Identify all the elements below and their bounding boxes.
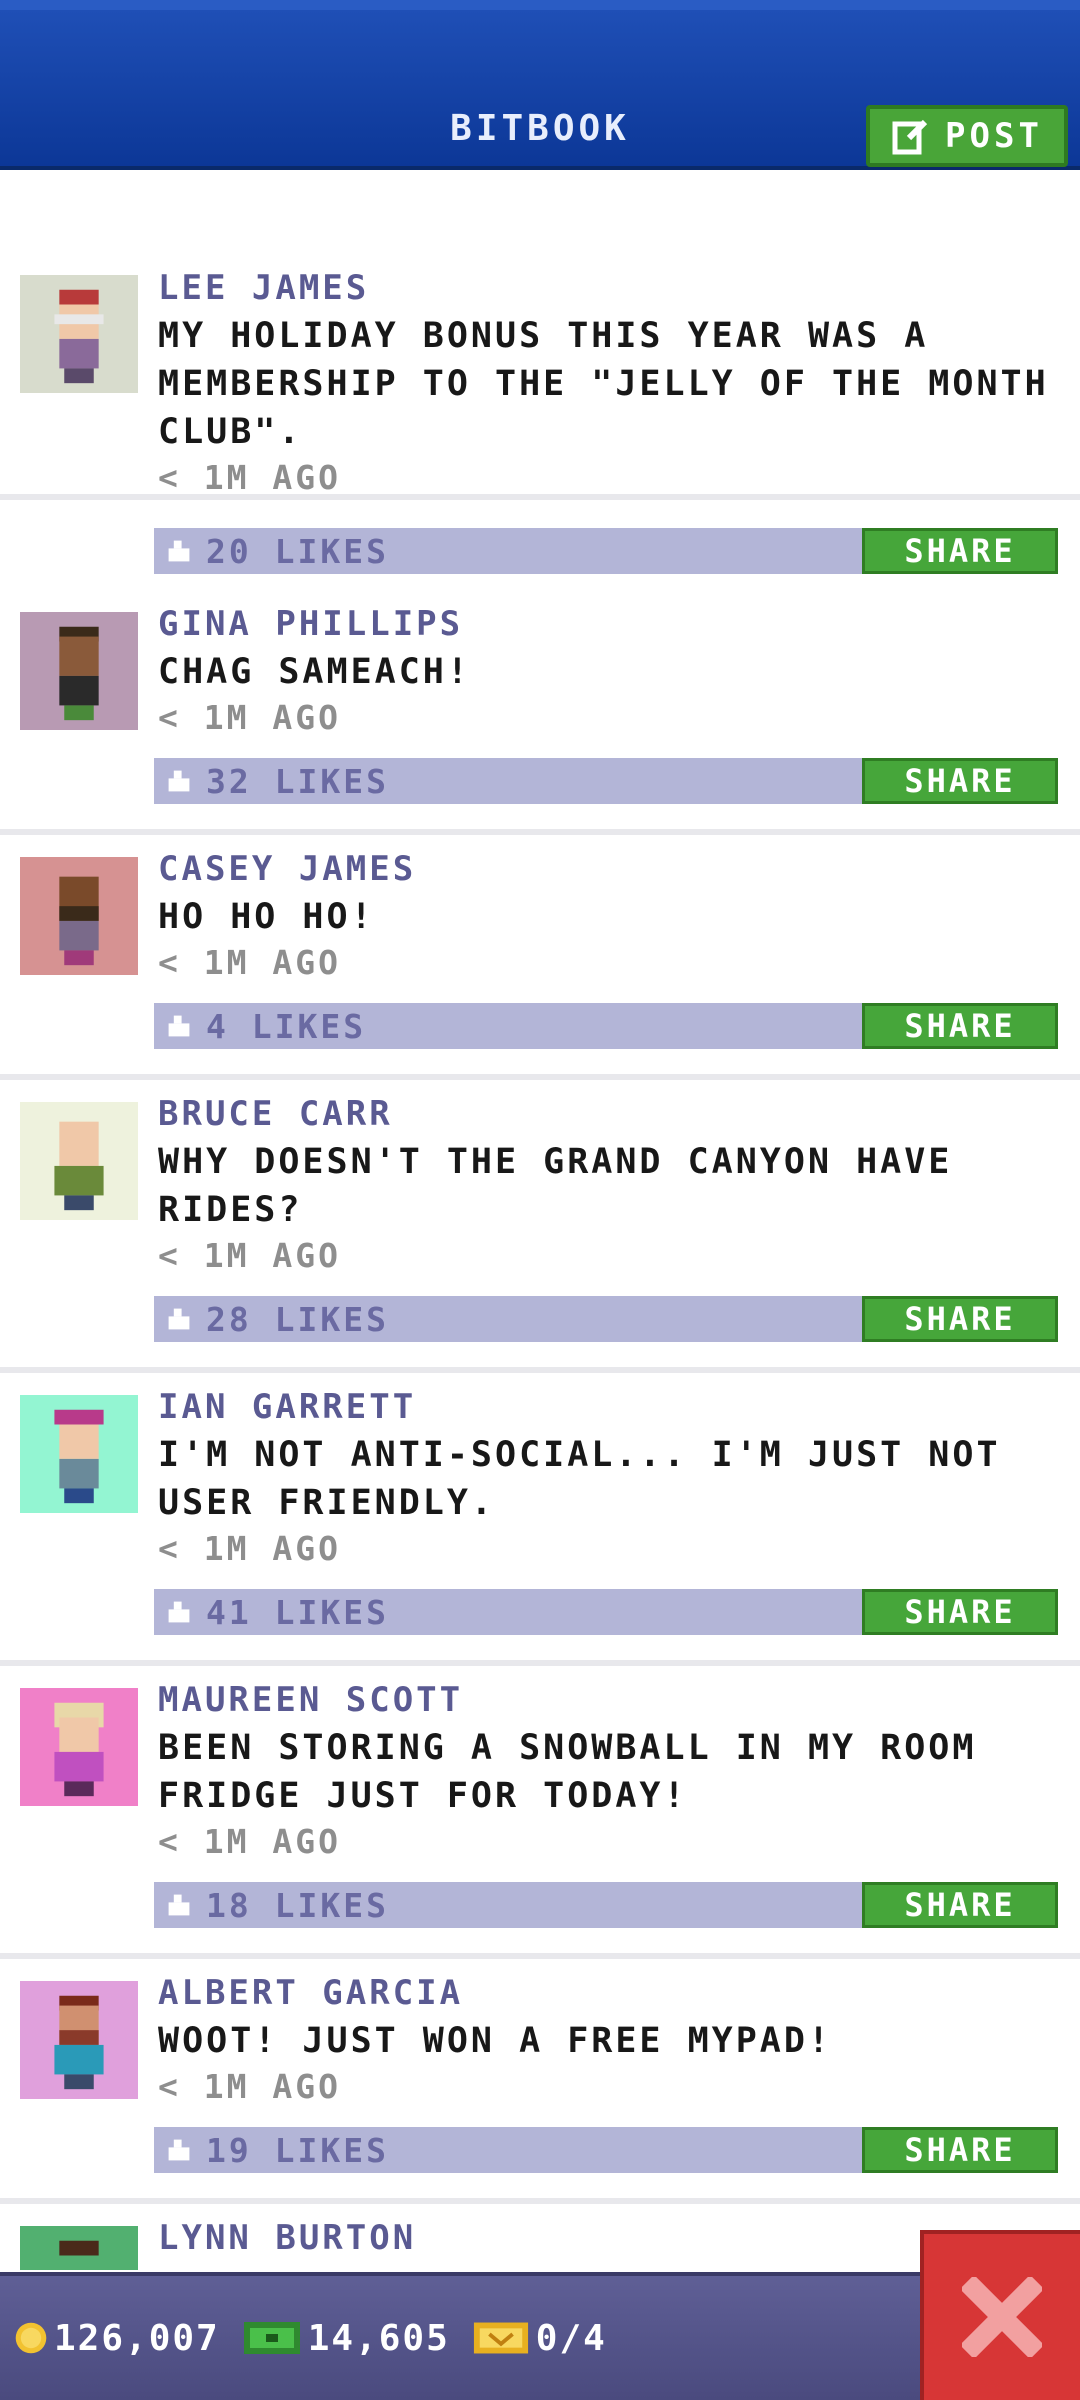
vip-value: 0/4 bbox=[535, 2317, 607, 2359]
thumbs-up-icon bbox=[168, 540, 190, 562]
avatar bbox=[20, 1981, 138, 2099]
bux-icon bbox=[243, 2322, 300, 2354]
avatar bbox=[20, 275, 138, 393]
post-text: HO HO HO! bbox=[158, 897, 375, 937]
avatar-casey-james bbox=[20, 857, 138, 975]
bux-stat[interactable]: 14,605 bbox=[242, 2318, 450, 2359]
like-bar[interactable]: 41 LIKES bbox=[154, 1589, 864, 1635]
app-header: BITBOOK POST bbox=[0, 0, 1080, 170]
feed-post: GINA PHILLIPS CHAG SAMEACH! < 1M AGO 32 … bbox=[0, 590, 1080, 835]
share-button[interactable]: SHARE bbox=[862, 2127, 1058, 2173]
post-time: < 1M AGO bbox=[158, 698, 341, 737]
like-count: 19 LIKES bbox=[206, 2130, 389, 2170]
thumbs-up-icon bbox=[168, 1308, 190, 1330]
avatar-ian-garrett bbox=[20, 1395, 138, 1513]
post-author[interactable]: IAN GARRETT bbox=[158, 1387, 416, 1427]
avatar bbox=[20, 612, 138, 730]
post-text: I'M NOT ANTI-SOCIAL... I'M JUST NOT USER… bbox=[158, 1435, 1001, 1523]
avatar-lynn-burton bbox=[20, 2226, 138, 2270]
share-button[interactable]: SHARE bbox=[862, 1589, 1058, 1635]
share-button[interactable]: SHARE bbox=[862, 1003, 1058, 1049]
post-author[interactable]: CASEY JAMES bbox=[158, 849, 416, 889]
post-text: MY HOLIDAY BONUS THIS YEAR WAS A MEMBERS… bbox=[158, 316, 1049, 452]
post-time: < 1M AGO bbox=[158, 2067, 341, 2106]
avatar-maureen-scott bbox=[20, 1688, 138, 1806]
share-button[interactable]: SHARE bbox=[862, 1296, 1058, 1342]
post-text: WOOT! JUST WON A FREE MYPAD! bbox=[158, 2021, 833, 2061]
currency-bar: 126,007 14,605 0/4 bbox=[0, 2272, 1080, 2400]
thumbs-up-icon bbox=[168, 1015, 190, 1037]
avatar bbox=[20, 857, 138, 975]
like-count: 4 LIKES bbox=[206, 1006, 367, 1046]
post-author[interactable]: GINA PHILLIPS bbox=[158, 604, 463, 644]
thumbs-up-icon bbox=[168, 1601, 190, 1623]
like-bar[interactable]: 20 LIKES bbox=[154, 528, 864, 574]
like-count: 20 LIKES bbox=[206, 531, 389, 571]
like-count: 18 LIKES bbox=[206, 1885, 389, 1925]
post-author[interactable]: MAUREEN SCOTT bbox=[158, 1680, 463, 1720]
thumbs-up-icon bbox=[168, 1894, 190, 1916]
post-button-label: POST bbox=[945, 116, 1043, 156]
coins-stat: 126,007 bbox=[14, 2318, 220, 2359]
post-time: < 1M AGO bbox=[158, 1822, 341, 1861]
avatar-gina-phillips bbox=[20, 612, 138, 730]
post-button[interactable]: POST bbox=[866, 105, 1068, 167]
avatar bbox=[20, 1395, 138, 1513]
avatar bbox=[20, 1102, 138, 1220]
coin-icon bbox=[15, 2322, 47, 2354]
close-button[interactable] bbox=[920, 2230, 1080, 2400]
feed-post: LYNN BURTON bbox=[0, 2204, 1080, 2270]
feed-post: LEE JAMES MY HOLIDAY BONUS THIS YEAR WAS… bbox=[0, 170, 1080, 500]
avatar bbox=[20, 2226, 138, 2270]
feed-post: MAUREEN SCOTT BEEN STORING A SNOWBALL IN… bbox=[0, 1666, 1080, 1959]
like-bar[interactable]: 18 LIKES bbox=[154, 1882, 864, 1928]
like-count: 28 LIKES bbox=[206, 1299, 389, 1339]
post-text: CHAG SAMEACH! bbox=[158, 652, 471, 692]
feed-list[interactable]: LEE JAMES MY HOLIDAY BONUS THIS YEAR WAS… bbox=[0, 170, 1080, 2270]
bux-value: 14,605 bbox=[307, 2317, 450, 2359]
post-author[interactable]: LEE JAMES bbox=[158, 268, 369, 308]
like-count: 41 LIKES bbox=[206, 1592, 389, 1632]
like-bar[interactable]: 4 LIKES bbox=[154, 1003, 864, 1049]
post-time: < 1M AGO bbox=[158, 1529, 341, 1568]
post-time: < 1M AGO bbox=[158, 458, 341, 497]
close-icon bbox=[962, 2277, 1042, 2357]
share-button[interactable]: SHARE bbox=[862, 758, 1058, 804]
edit-icon bbox=[892, 119, 928, 155]
avatar-lee-james bbox=[20, 275, 138, 393]
post-author[interactable]: LYNN BURTON bbox=[158, 2218, 416, 2258]
share-button[interactable]: SHARE bbox=[862, 528, 1058, 574]
avatar-albert-garcia bbox=[20, 1981, 138, 2099]
thumbs-up-icon bbox=[168, 2139, 190, 2161]
share-button[interactable]: SHARE bbox=[862, 1882, 1058, 1928]
avatar-bruce-carr bbox=[20, 1102, 138, 1220]
avatar bbox=[20, 1688, 138, 1806]
post-time: < 1M AGO bbox=[158, 943, 341, 982]
vip-stat[interactable]: 0/4 bbox=[472, 2318, 607, 2359]
post-text: WHY DOESN'T THE GRAND CANYON HAVE RIDES? bbox=[158, 1142, 953, 1230]
like-bar[interactable]: 19 LIKES bbox=[154, 2127, 864, 2173]
like-count: 32 LIKES bbox=[206, 761, 389, 801]
post-text: BEEN STORING A SNOWBALL IN MY ROOM FRIDG… bbox=[158, 1728, 977, 1816]
thumbs-up-icon bbox=[168, 770, 190, 792]
post-time: < 1M AGO bbox=[158, 1236, 341, 1275]
post-author[interactable]: BRUCE CARR bbox=[158, 1094, 393, 1134]
feed-post: CASEY JAMES HO HO HO! < 1M AGO 4 LIKES S… bbox=[0, 835, 1080, 1080]
vip-ticket-icon bbox=[473, 2322, 528, 2354]
post-author[interactable]: ALBERT GARCIA bbox=[158, 1973, 463, 2013]
feed-post: ALBERT GARCIA WOOT! JUST WON A FREE MYPA… bbox=[0, 1959, 1080, 2204]
like-bar[interactable]: 28 LIKES bbox=[154, 1296, 864, 1342]
feed-post: BRUCE CARR WHY DOESN'T THE GRAND CANYON … bbox=[0, 1080, 1080, 1373]
like-bar[interactable]: 32 LIKES bbox=[154, 758, 864, 804]
coins-value: 126,007 bbox=[54, 2317, 220, 2359]
feed-post: IAN GARRETT I'M NOT ANTI-SOCIAL... I'M J… bbox=[0, 1373, 1080, 1666]
